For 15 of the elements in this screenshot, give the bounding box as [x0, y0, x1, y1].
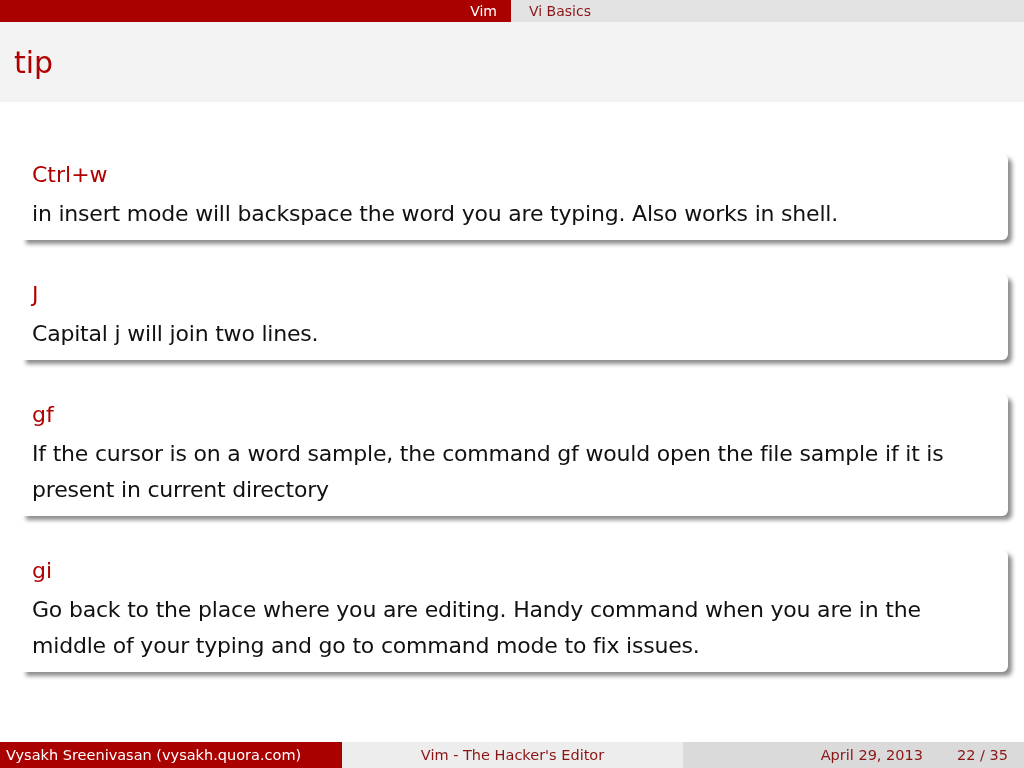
presentation-title: Vim - The Hacker's Editor [420, 747, 605, 763]
date-text: April 29, 2013 [820, 747, 923, 763]
block-text: If the cursor is on a word sample, the command gf would open the file sample if it is present in current directory [32, 440, 945, 504]
block-text: in insert mode will backspace the word you are typing. Also works in shell. [32, 200, 840, 228]
block-title: gf [32, 401, 56, 429]
block-title: Ctrl+w [32, 161, 109, 189]
subsection-link[interactable]: Vi Basics [529, 3, 591, 19]
page-number: 22 / 35 [957, 747, 1008, 763]
frame-title: tip [14, 44, 54, 80]
block-title: gi [32, 557, 54, 585]
author-text: Vysakh Sreenivasan (vysakh.quora.com) [6, 747, 302, 763]
block-text: Go back to the place where you are editing. Handy command when you are in the middle of your typing and go to command mode to fix issues. [32, 596, 922, 660]
block-title: J [32, 281, 40, 309]
section-link[interactable]: Vim [470, 3, 497, 19]
block-text: Capital j will join two lines. [32, 320, 320, 348]
